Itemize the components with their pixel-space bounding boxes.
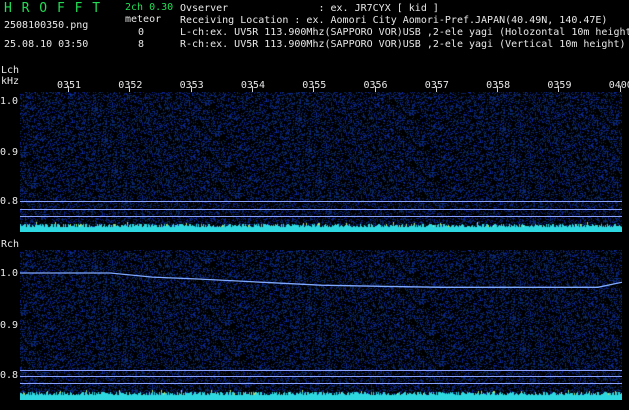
- lch-meteor-count: 0: [138, 27, 145, 38]
- lch-unit: kHz: [1, 76, 20, 87]
- rch-gridline: [20, 370, 622, 371]
- rch-gridline: [20, 383, 622, 384]
- time-tick-label: 0352: [118, 80, 143, 91]
- rch-info: R-ch:ex. UV5R 113.900Mhz(SAPPORO VOR)USB…: [180, 39, 626, 50]
- meteor-trace-line: [20, 272, 622, 288]
- rch-spectrogram: [20, 250, 622, 400]
- time-tick-label: 0356: [363, 80, 388, 91]
- meteor-label: meteor: [125, 14, 162, 25]
- time-tick-label: 0355: [302, 80, 327, 91]
- lch-label: Lch: [1, 65, 20, 76]
- lch-info: L-ch:ex. UV5R 113.900Mhz(SAPPORO VOR)USB…: [180, 27, 629, 38]
- app-name: H R O F F T: [4, 1, 102, 16]
- lch-gridline: [20, 216, 622, 217]
- time-tick-label: 0353: [179, 80, 204, 91]
- location-info: Receiving Location : ex. Aomori City Aom…: [180, 15, 608, 26]
- lch-ytick-1.0: 1.0: [0, 96, 19, 107]
- datetime: 25.08.10 03:50: [4, 39, 89, 50]
- observer-info: Ovserver : ex. JR7CYX [ kid ]: [180, 3, 439, 14]
- rch-signal-trace: [20, 272, 622, 288]
- rch-ytick-0.9: 0.9: [0, 320, 19, 331]
- lch-gridline: [20, 209, 622, 210]
- lch-noise-canvas: [20, 92, 622, 232]
- time-tick-label: 0354: [240, 80, 265, 91]
- filename: 2508100350.png: [4, 20, 89, 31]
- rch-ytick-0.8: 0.8: [0, 370, 19, 381]
- rch-label: Rch: [1, 239, 20, 250]
- rch-gridline: [20, 376, 622, 377]
- time-tick-label: 0351: [57, 80, 82, 91]
- mode-label: 2ch 0.30: [125, 2, 174, 13]
- lch-gridline: [20, 201, 622, 202]
- lch-ytick-0.8: 0.8: [0, 196, 19, 207]
- lch-spectrogram: [20, 92, 622, 232]
- rch-ytick-1.0: 1.0: [0, 268, 19, 279]
- time-tick-label: 0357: [424, 80, 449, 91]
- lch-ytick-0.9: 0.9: [0, 147, 19, 158]
- rch-meteor-count: 8: [138, 39, 145, 50]
- time-tick-label: 0358: [486, 80, 511, 91]
- time-tick-label: 0359: [547, 80, 572, 91]
